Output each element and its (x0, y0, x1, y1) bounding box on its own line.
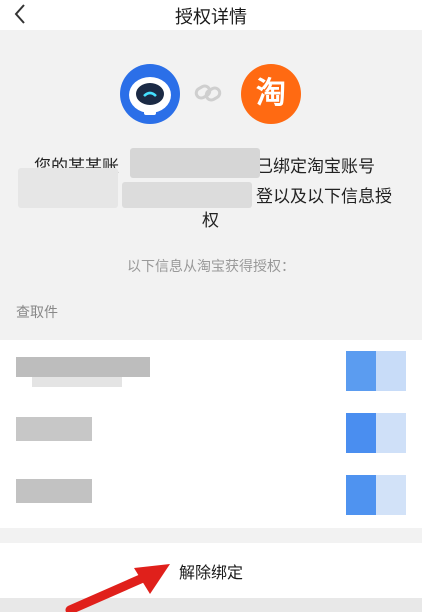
blurred-toggle (376, 413, 406, 453)
blurred-toggle[interactable] (346, 413, 376, 453)
app-robot-icon (120, 64, 180, 124)
annotation-arrow-icon (65, 564, 170, 612)
blurred-permission-text (32, 377, 122, 387)
permission-row[interactable] (0, 345, 422, 405)
permission-row[interactable] (0, 465, 422, 525)
permissions-title: 查取件 (16, 305, 58, 321)
blurred-toggle[interactable] (346, 475, 376, 515)
link-chain-icon (194, 84, 222, 102)
auth-desc-line1-right: 已绑定淘宝账号 (256, 157, 375, 177)
permission-list (0, 340, 422, 528)
blurred-toggle[interactable] (346, 351, 376, 391)
blurred-account-info (18, 168, 118, 208)
auth-desc-line2-right: 登以及以下信息授 (256, 187, 392, 207)
permission-row[interactable] (0, 405, 422, 465)
taobao-icon: 淘 (241, 64, 301, 124)
blurred-toggle (376, 475, 406, 515)
navigation-bar: 授权详情 (0, 0, 422, 30)
blurred-permission-text (16, 417, 92, 441)
blurred-permission-text (16, 357, 150, 377)
info-source-note: 以下信息从淘宝获得授权： (127, 259, 295, 275)
blurred-account-info (130, 148, 260, 178)
page-title: 授权详情 (175, 7, 247, 28)
blurred-permission-text (16, 479, 92, 503)
blurred-account-info (122, 182, 252, 208)
blurred-toggle (376, 351, 406, 391)
auth-desc-line3: 权 (202, 211, 219, 231)
